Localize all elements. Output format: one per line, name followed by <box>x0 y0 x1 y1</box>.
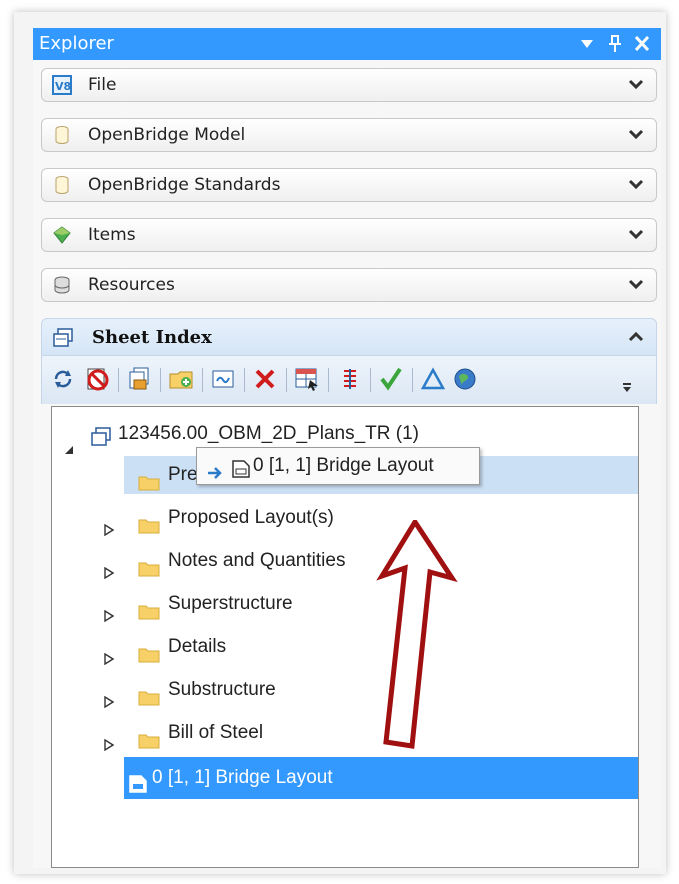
folder-icon <box>138 467 160 491</box>
dropdown-arrow-icon[interactable] <box>579 28 595 71</box>
arrow-right-icon <box>207 458 223 494</box>
section-label: OpenBridge Model <box>88 125 246 145</box>
chevron-down-icon[interactable] <box>628 226 644 242</box>
check-icon[interactable] <box>378 366 404 392</box>
overflow-icon[interactable] <box>620 370 634 396</box>
toolbar-separator <box>286 368 287 392</box>
tree-item-label: 0 [1, 1] Bridge Layout <box>152 767 333 788</box>
tree-folder-label: Substructure <box>168 679 276 700</box>
sheet-icon <box>128 768 148 810</box>
toolbar-separator <box>244 368 245 392</box>
v8-icon: V8 <box>52 75 72 95</box>
explorer-title-bar[interactable]: Explorer <box>33 28 661 60</box>
folder-icon <box>138 725 160 749</box>
cylinder-icon <box>52 125 72 145</box>
folder-icon <box>138 510 160 534</box>
toolbar-separator <box>370 368 371 392</box>
section-resources[interactable]: Resources <box>41 268 657 302</box>
no-icon[interactable] <box>84 366 110 392</box>
arrow-up-annotation-icon <box>376 520 458 749</box>
pin-icon[interactable] <box>607 28 623 71</box>
folder-icon <box>138 596 160 620</box>
toolbar-separator <box>328 368 329 392</box>
toolbar-separator <box>118 368 119 392</box>
drag-preview: 0 [1, 1] Bridge Layout <box>196 447 480 485</box>
sheet-lock-icon[interactable] <box>126 366 152 392</box>
folder-icon <box>138 639 160 663</box>
chevron-up-icon[interactable] <box>628 329 644 345</box>
close-icon[interactable] <box>633 28 651 71</box>
delta-icon[interactable] <box>420 366 446 392</box>
expand-triangle-icon[interactable] <box>104 727 115 765</box>
add-folder-icon[interactable] <box>168 366 194 392</box>
sheet-index-icon <box>52 327 74 353</box>
table-icon[interactable] <box>294 366 320 392</box>
chevron-down-icon[interactable] <box>628 176 644 192</box>
tree-folder-notes[interactable]: Notes and Quantities <box>52 542 638 580</box>
tree-folder-label: Superstructure <box>168 593 293 614</box>
chevron-down-icon[interactable] <box>628 126 644 142</box>
tree-folder-label: Details <box>168 636 227 657</box>
sheet-icon <box>231 456 251 492</box>
tree-folder-proposed[interactable]: Proposed Layout(s) <box>52 499 638 537</box>
tree-folder-details[interactable]: Details <box>52 628 638 666</box>
tree-folder-substructure[interactable]: Substructure <box>52 671 638 709</box>
tree-folder-superstructure[interactable]: Superstructure <box>52 585 638 623</box>
section-openbridge-model[interactable]: OpenBridge Model <box>41 118 657 152</box>
svg-text:V8: V8 <box>55 80 71 93</box>
delete-icon[interactable] <box>252 366 278 392</box>
section-label: OpenBridge Standards <box>88 175 281 195</box>
globe-icon[interactable] <box>452 366 478 392</box>
section-items[interactable]: Items <box>41 218 657 252</box>
section-file[interactable]: V8 File <box>41 68 657 102</box>
tree-folder-label: Notes and Quantities <box>168 550 346 571</box>
sort-icon[interactable] <box>336 366 362 392</box>
tree-item-selected[interactable]: 0 [1, 1] Bridge Layout <box>124 757 638 799</box>
cylinder-icon <box>52 175 72 195</box>
section-label: File <box>88 75 117 95</box>
explorer-title: Explorer <box>39 33 114 54</box>
toolbar-separator <box>202 368 203 392</box>
database-icon <box>52 275 72 295</box>
folder-icon <box>138 682 160 706</box>
edit-layout-icon[interactable] <box>210 366 236 392</box>
folder-icon <box>138 553 160 577</box>
section-label: Sheet Index <box>92 327 212 348</box>
tree-folder-label: Bill of Steel <box>168 722 264 743</box>
collapse-triangle-icon[interactable] <box>64 431 74 469</box>
toolbar-separator <box>160 368 161 392</box>
section-label: Resources <box>88 275 175 295</box>
items-icon <box>52 225 72 245</box>
toolbar-separator <box>412 368 413 392</box>
drag-preview-label: 0 [1, 1] Bridge Layout <box>253 455 434 476</box>
sheet-index-toolbar <box>41 356 657 404</box>
section-openbridge-standards[interactable]: OpenBridge Standards <box>41 168 657 202</box>
tree-folder-bill-of-steel[interactable]: Bill of Steel <box>52 714 638 752</box>
sheet-index-icon <box>90 424 112 462</box>
section-sheet-index[interactable]: Sheet Index <box>41 318 657 356</box>
chevron-down-icon[interactable] <box>628 76 644 92</box>
tree-folder-label: Proposed Layout(s) <box>168 507 334 528</box>
chevron-down-icon[interactable] <box>628 276 644 292</box>
refresh-icon[interactable] <box>50 366 76 392</box>
section-label: Items <box>88 225 136 245</box>
